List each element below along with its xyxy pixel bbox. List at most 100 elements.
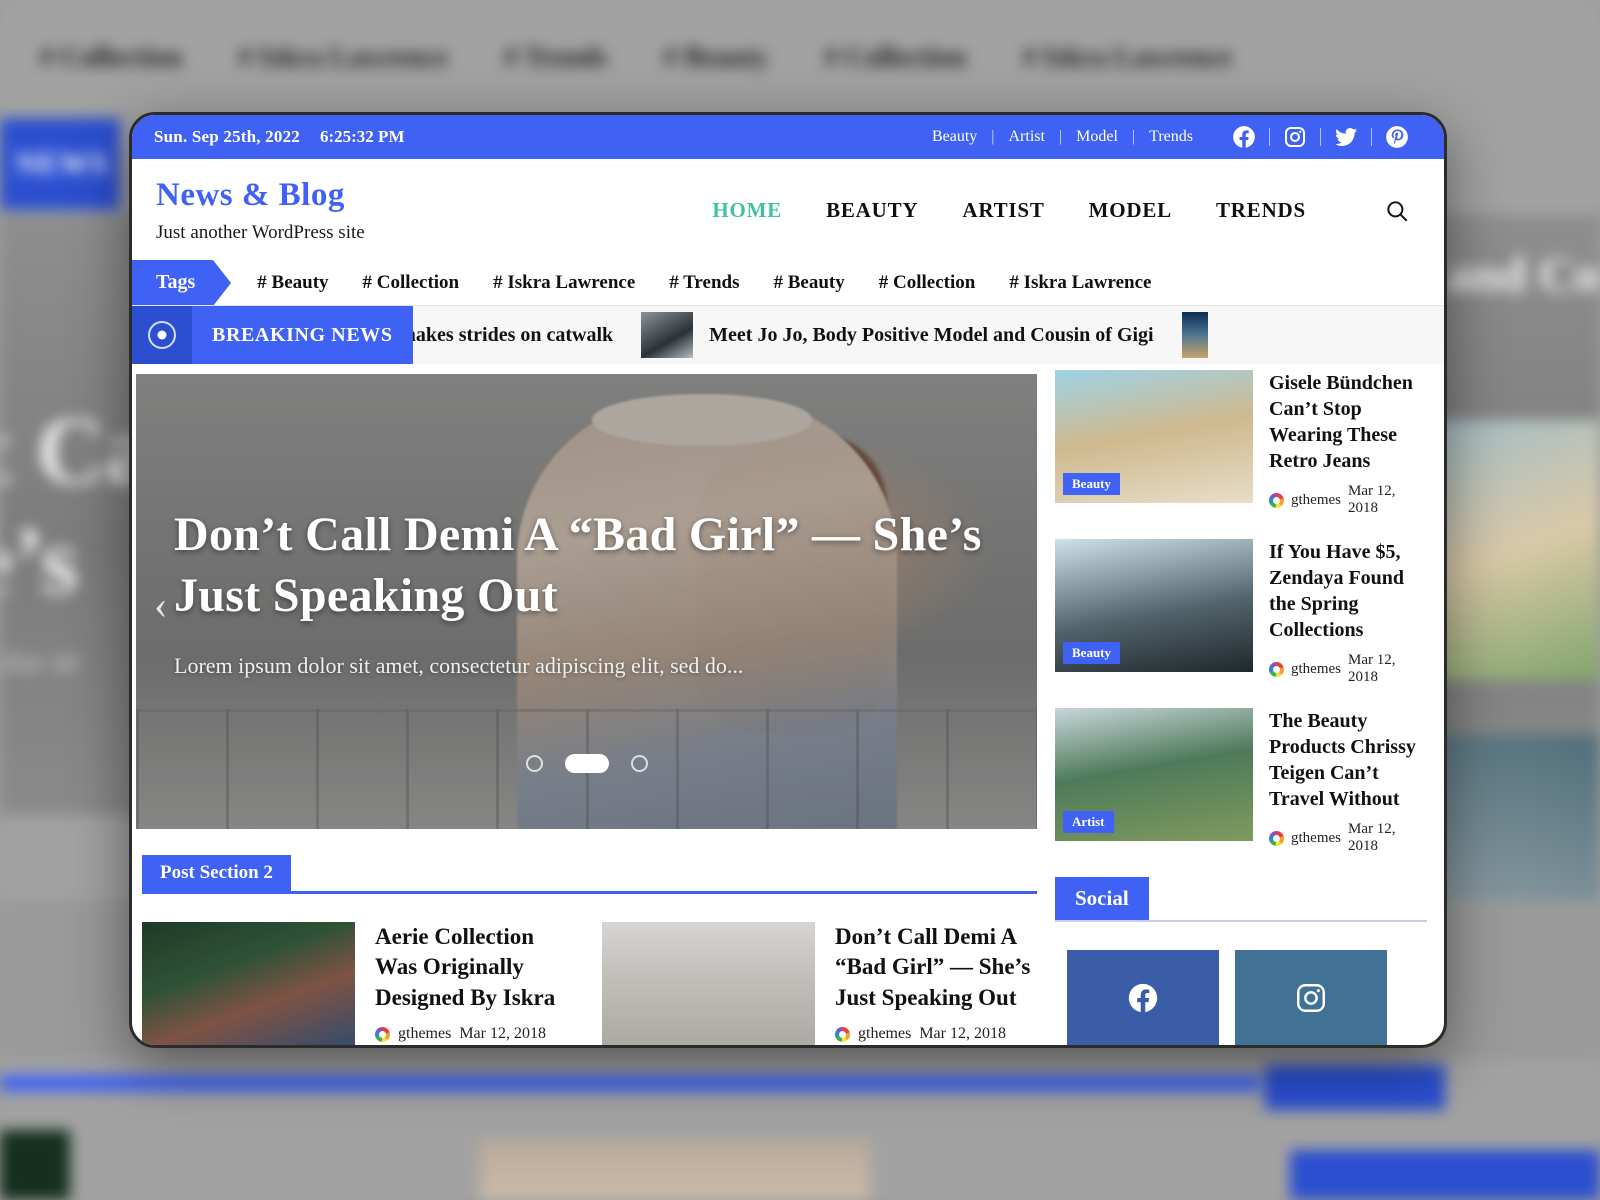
header-brand-row: News & Blog Just another WordPress site … — [132, 159, 1444, 260]
social-widget-heading: Social — [1055, 877, 1427, 922]
breaking-news-label: BREAKING NEWS — [192, 306, 413, 364]
twitter-icon[interactable] — [1321, 124, 1371, 150]
author-avatar-icon — [375, 1026, 390, 1042]
ticker-item-title: Meet Jo Jo, Body Positive Model and Cous… — [709, 323, 1154, 346]
post-card-date: Mar 12, 2018 — [919, 1025, 1006, 1043]
slider-dot-1[interactable] — [525, 755, 543, 772]
background-tag: # Collection — [824, 42, 967, 73]
background-tag: # Collection — [40, 42, 183, 73]
tag-item[interactable]: # Beauty — [257, 272, 328, 294]
author-avatar-icon — [1269, 492, 1284, 508]
background-dark-block-left — [0, 1130, 70, 1200]
post-section-heading: Post Section 2 — [142, 855, 1037, 894]
tag-item[interactable]: # Iskra Lawrence — [493, 272, 635, 294]
post-card-author: gthemes — [858, 1025, 912, 1043]
nav-item-trends[interactable]: TRENDS — [1216, 198, 1306, 223]
background-tag: # Iskra Lawrence — [238, 42, 448, 73]
social-button-label: facebook — [1103, 1043, 1184, 1045]
slider-dot-2-active[interactable] — [564, 754, 609, 773]
topbar-link-beauty[interactable]: Beauty — [932, 128, 977, 146]
sidebar-post-meta: gthemes Mar 12, 2018 — [1269, 483, 1427, 517]
social-widget-label: Social — [1055, 877, 1149, 920]
post-card-body: Aerie Collection Was Originally Designed… — [375, 922, 572, 1045]
post-card-meta: gthemes Mar 12, 2018 — [835, 1025, 1032, 1043]
post-card-title[interactable]: Aerie Collection Was Originally Designed… — [375, 922, 572, 1013]
topbar-link-model[interactable]: Model — [1076, 128, 1118, 146]
tag-item[interactable]: # Collection — [363, 272, 460, 294]
sidebar-post-thumbnail[interactable]: Artist — [1055, 708, 1253, 841]
post-card-date: Mar 12, 2018 — [459, 1025, 546, 1043]
social-button-label: instagram — [1268, 1043, 1355, 1045]
site-brand[interactable]: News & Blog Just another WordPress site — [156, 177, 365, 244]
sidebar-post-body: The Beauty Products Chrissy Teigen Can’t… — [1269, 708, 1427, 855]
nav-item-home[interactable]: HOME — [712, 198, 782, 223]
ticker-item[interactable]: Meet Jo Jo, Body Positive Model and Cous… — [613, 312, 1154, 358]
breaking-news-ticker[interactable]: 1odel Maija makes strides on catwalk Mee… — [413, 306, 1444, 364]
sidebar-post-thumbnail[interactable]: Beauty — [1055, 539, 1253, 672]
sidebar-post[interactable]: Beauty If You Have $5, Zendaya Found the… — [1055, 539, 1427, 686]
instagram-icon — [1294, 981, 1328, 1021]
sidebar-post-body: If You Have $5, Zendaya Found the Spring… — [1269, 539, 1427, 686]
facebook-icon — [1126, 981, 1160, 1021]
site-tagline: Just another WordPress site — [156, 222, 365, 243]
facebook-icon[interactable] — [1219, 124, 1269, 150]
nav-item-artist[interactable]: ARTIST — [962, 198, 1044, 223]
category-badge[interactable]: Artist — [1063, 811, 1114, 833]
ticker-thumbnail-partial — [1181, 312, 1208, 358]
sidebar-post-title[interactable]: If You Have $5, Zendaya Found the Spring… — [1269, 539, 1427, 643]
ticker-item[interactable]: 1odel Maija makes strides on catwalk — [413, 324, 614, 347]
author-avatar-icon — [835, 1026, 850, 1042]
slider-dots — [136, 754, 1037, 773]
post-card-author: gthemes — [398, 1025, 452, 1043]
sidebar-post-author: gthemes — [1291, 660, 1341, 677]
social-button-instagram[interactable]: instagram — [1235, 950, 1387, 1045]
tag-item[interactable]: # Collection — [879, 272, 976, 294]
nav-item-beauty[interactable]: BEAUTY — [826, 198, 918, 223]
top-bar-social — [1219, 124, 1422, 150]
search-icon[interactable] — [1384, 198, 1410, 224]
category-badge[interactable]: Beauty — [1063, 473, 1120, 495]
sidebar-post-author: gthemes — [1291, 829, 1341, 846]
post-card-title[interactable]: Don’t Call Demi A “Bad Girl” — She’s Jus… — [835, 922, 1032, 1013]
site-title[interactable]: News & Blog — [156, 177, 365, 214]
post-card-thumbnail[interactable] — [142, 922, 355, 1045]
current-date: Sun. Sep 25th, 2022 — [154, 127, 300, 146]
post-card-thumbnail[interactable] — [602, 922, 815, 1045]
tags-list: # Beauty # Collection # Iskra Lawrence #… — [213, 260, 1151, 305]
nav-item-model[interactable]: MODEL — [1089, 198, 1172, 223]
sidebar: Beauty Gisele Bündchen Can’t Stop Wearin… — [1037, 364, 1437, 1045]
social-widget-rule — [1055, 920, 1427, 922]
post-section-cards: Aerie Collection Was Originally Designed… — [136, 922, 1037, 1045]
sidebar-post-meta: gthemes Mar 12, 2018 — [1269, 821, 1427, 855]
post-card[interactable]: Don’t Call Demi A “Bad Girl” — She’s Jus… — [602, 922, 1032, 1045]
sidebar-post[interactable]: Beauty Gisele Bündchen Can’t Stop Wearin… — [1055, 370, 1427, 517]
current-time: 6:25:32 PM — [319, 127, 405, 146]
tag-item[interactable]: # Trends — [669, 272, 739, 294]
topbar-link-artist[interactable]: Artist — [1008, 128, 1044, 146]
instagram-icon[interactable] — [1270, 125, 1320, 149]
background-figure-block — [480, 1140, 870, 1200]
tags-bar: Tags # Beauty # Collection # Iskra Lawre… — [132, 260, 1444, 306]
sidebar-post[interactable]: Artist The Beauty Products Chrissy Teige… — [1055, 708, 1427, 855]
social-button-facebook[interactable]: facebook — [1067, 950, 1219, 1045]
tag-item[interactable]: # Iskra Lawrence — [1009, 272, 1151, 294]
background-tag: # Beauty — [663, 42, 769, 73]
pinterest-icon[interactable] — [1372, 124, 1422, 150]
hero-slider[interactable]: Don’t Call Demi A “Bad Girl” — She’s Jus… — [136, 374, 1037, 829]
slider-prev-arrow[interactable]: ‹ — [150, 579, 1037, 625]
sidebar-post-title[interactable]: Gisele Bündchen Can’t Stop Wearing These… — [1269, 370, 1427, 474]
tag-item[interactable]: # Beauty — [774, 272, 845, 294]
broadcast-icon — [132, 306, 192, 364]
separator: | — [1131, 128, 1136, 145]
post-section-label: Post Section 2 — [142, 855, 291, 891]
sidebar-post-thumbnail[interactable]: Beauty — [1055, 370, 1253, 503]
slider-dot-3[interactable] — [630, 755, 648, 772]
ticker-thumbnail — [641, 312, 694, 358]
sidebar-post-title[interactable]: The Beauty Products Chrissy Teigen Can’t… — [1269, 708, 1427, 812]
post-card[interactable]: Aerie Collection Was Originally Designed… — [142, 922, 572, 1045]
topbar-link-trends[interactable]: Trends — [1149, 128, 1193, 146]
top-bar-links: Beauty | Artist | Model | Trends — [932, 128, 1193, 146]
sidebar-post-meta: gthemes Mar 12, 2018 — [1269, 652, 1427, 686]
category-badge[interactable]: Beauty — [1063, 642, 1120, 664]
separator: | — [1058, 128, 1063, 145]
